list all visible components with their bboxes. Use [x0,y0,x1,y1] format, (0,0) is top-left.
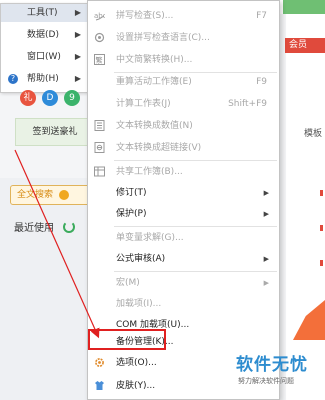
menu-item-label: 修订(T) [116,188,147,198]
right-content-area [286,14,325,400]
menu-bar-dropdown: 工具(T) ▶ 数据(D) ▶ 窗口(W) ▶ ? 帮助(H) ▶ [0,3,90,93]
language-settings-icon [94,32,105,43]
menu-item-text-to-hyperlink[interactable]: 文本转换成超链接(V) [88,137,279,159]
menu-item-addins[interactable]: 加载项(I)... [88,293,279,315]
menu-item-formula-auditing[interactable]: 公式审核(A) ▶ [88,248,279,270]
menu-item-revisions[interactable]: 修订(T) ▶ [88,182,279,204]
menu-item-data[interactable]: 数据(D) ▶ [1,26,89,44]
menu-item-help-label: 帮助(H) [27,74,59,84]
chevron-right-icon: ▶ [74,74,81,83]
gift-icon[interactable]: 礼 [20,90,36,106]
menu-item-label: 计算工作表(J) [116,99,171,109]
menu-item-label: 选项(O)... [116,358,157,368]
member-button[interactable]: 会员 [285,38,325,53]
chinese-convert-icon: 繁 [94,54,105,65]
menu-item-label: 皮肤(Y)... [116,381,156,391]
menu-item-share-workbook[interactable]: 共享工作簿(B)... [88,161,279,183]
menu-item-label: 重算活动工作簿(E) [116,77,192,87]
share-workbook-icon [94,166,105,177]
shortcut-text: F9 [256,77,267,87]
menu-item-label: 中文简繁转换(H)... [116,55,193,65]
chevron-right-icon: ▶ [263,279,269,287]
menu-item-recalc-workbook[interactable]: 重算活动工作簿(E) F9 [88,71,279,93]
menu-item-label: 文本转换成数值(N) [116,121,193,131]
chevron-right-icon: ▶ [74,8,81,17]
help-icon: ? [8,74,18,84]
shortcut-text: Shift+F9 [228,99,267,109]
search-label: 全文搜索 [17,190,54,200]
red-marker [320,260,323,266]
menu-item-window-label: 窗口(W) [27,52,61,62]
menu-item-label: 公式审核(A) [116,254,166,264]
menu-item-macro[interactable]: 宏(M) ▶ [88,272,279,294]
chevron-right-icon: ▶ [263,210,269,218]
crown-icon [59,190,69,200]
menu-item-tools-label: 工具(T) [27,8,58,18]
refresh-icon[interactable] [63,221,75,233]
svg-text:繁: 繁 [96,56,103,65]
options-highlight-box [88,329,166,350]
menu-item-goal-seek[interactable]: 单变量求解(G)... [88,227,279,249]
full-text-search-button[interactable]: 全文搜索 [10,185,90,205]
chevron-right-icon: ▶ [263,189,269,197]
spellcheck-icon: abc [94,12,105,21]
menu-item-help[interactable]: ? 帮助(H) ▶ [1,70,89,88]
menu-item-calc-sheet[interactable]: 计算工作表(J) Shift+F9 [88,93,279,115]
sign-in-gift-button[interactable]: 签到送豪礼 [15,118,95,146]
watermark-title: 软件无忧 [236,355,308,375]
watermark-subtitle: 努力解决软件问题 [238,377,294,385]
top-green-strip [283,0,325,14]
shortcut-text: F7 [256,11,267,21]
menu-item-label: 设置拼写检查语言(C)... [116,33,210,43]
menu-item-label: 文本转换成超链接(V) [116,143,202,153]
menu-item-data-label: 数据(D) [27,30,59,40]
text-to-number-icon [94,120,105,131]
skin-icon [95,381,104,390]
red-marker [320,190,323,196]
template-label[interactable]: 模板 [304,126,322,139]
menu-item-label: 共享工作簿(B)... [116,167,183,177]
menu-item-label: 单变量求解(G)... [116,233,184,243]
red-marker [320,225,323,231]
menu-item-protect[interactable]: 保护(P) ▶ [88,203,279,225]
menu-item-window[interactable]: 窗口(W) ▶ [1,48,89,66]
menu-item-label: 宏(M) [116,278,140,288]
text-to-hyperlink-icon [94,142,105,153]
menu-item-spell-check[interactable]: abc 拼写检查(S)... F7 [88,5,279,27]
chevron-right-icon: ▶ [263,255,269,263]
menu-item-label: 拼写检查(S)... [116,11,174,21]
menu-item-tools[interactable]: 工具(T) ▶ [1,4,89,22]
left-panel [0,178,88,400]
chevron-right-icon: ▶ [74,30,81,39]
recent-label: 最近使用 [14,223,54,234]
menu-item-spell-language[interactable]: 设置拼写检查语言(C)... [88,27,279,49]
menu-item-label: 加载项(I)... [116,299,162,309]
chevron-right-icon: ▶ [74,52,81,61]
menu-item-text-to-number[interactable]: 文本转换成数值(N) [88,115,279,137]
gear-icon [95,358,104,367]
quick-button-9[interactable]: 9 [64,90,80,106]
quick-button-d[interactable]: D [42,90,58,106]
menu-item-label: 保护(P) [116,209,147,219]
menu-item-chinese-convert[interactable]: 繁 中文简繁转换(H)... [88,49,279,71]
watermark-logo: 软件无忧 努力解决软件问题 [236,350,325,390]
